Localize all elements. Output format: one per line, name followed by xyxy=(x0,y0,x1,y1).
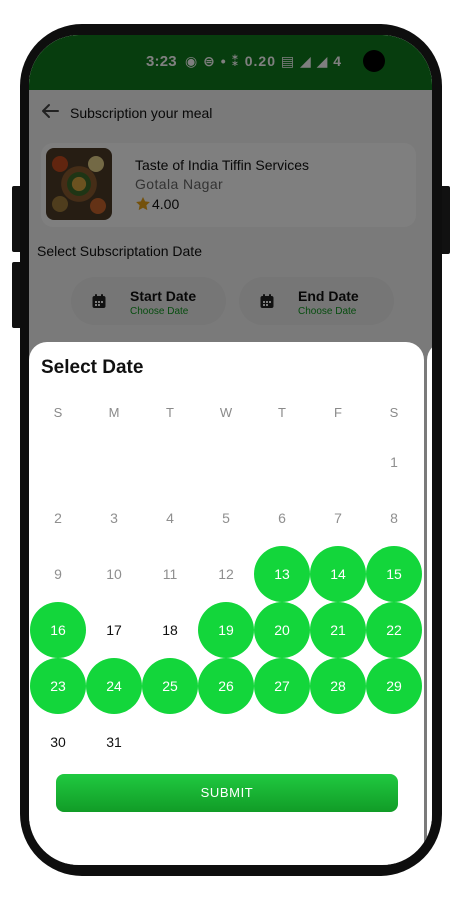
weekday-label: W xyxy=(219,405,233,420)
phone-screen: 3:23 ◉ ⊜ • ⁑ 0.20 ▤ ◢ ◢ 4 Subscription y… xyxy=(29,35,432,865)
next-month-peek xyxy=(427,342,432,865)
calendar-day[interactable]: 22 xyxy=(374,622,414,638)
calendar-day[interactable]: 23 xyxy=(38,678,78,694)
date-picker-title: Select Date xyxy=(41,357,144,378)
calendar-day[interactable]: 25 xyxy=(150,678,190,694)
calendar-day: 4 xyxy=(166,510,174,526)
calendar-day: 9 xyxy=(54,566,62,582)
calendar-day: 5 xyxy=(222,510,230,526)
weekday-label: F xyxy=(334,405,342,420)
calendar-day[interactable]: 29 xyxy=(374,678,414,694)
weekday-label: M xyxy=(108,405,120,420)
weekday-label: T xyxy=(278,405,286,420)
calendar-day: 11 xyxy=(162,566,178,582)
calendar-day: 10 xyxy=(106,566,122,582)
calendar-day[interactable]: 26 xyxy=(206,678,246,694)
calendar-day[interactable]: 14 xyxy=(318,566,358,582)
calendar-day: 12 xyxy=(218,566,234,582)
calendar-day[interactable]: 15 xyxy=(374,566,414,582)
calendar-day: 3 xyxy=(110,510,118,526)
calendar-day[interactable]: 16 xyxy=(38,622,78,638)
calendar-day[interactable]: 31 xyxy=(94,734,134,750)
calendar-day: 7 xyxy=(334,510,342,526)
weekday-label: T xyxy=(166,405,174,420)
calendar-day[interactable]: 19 xyxy=(206,622,246,638)
calendar-day: 8 xyxy=(390,510,398,526)
calendar-day[interactable]: 24 xyxy=(94,678,134,694)
calendar-day[interactable]: 13 xyxy=(262,566,302,582)
calendar-day[interactable]: 27 xyxy=(262,678,302,694)
calendar-day[interactable]: 20 xyxy=(262,622,302,638)
calendar-day[interactable]: 17 xyxy=(94,622,134,638)
calendar-day: 2 xyxy=(54,510,62,526)
weekday-label: S xyxy=(389,405,399,420)
calendar-day[interactable]: 28 xyxy=(318,678,358,694)
calendar-day: 1 xyxy=(390,454,398,470)
date-picker-sheet: Select Date SMTWTFS 1 2 3 4 5 6 7 8 9 10 11 12 13 14 1… xyxy=(29,342,424,865)
submit-button[interactable]: SUBMIT xyxy=(56,774,398,812)
calendar-day: 6 xyxy=(278,510,286,526)
weekday-label: S xyxy=(53,405,63,420)
calendar-day[interactable]: 18 xyxy=(150,622,190,638)
calendar-day[interactable]: 21 xyxy=(318,622,358,638)
calendar-day[interactable]: 30 xyxy=(38,734,78,750)
